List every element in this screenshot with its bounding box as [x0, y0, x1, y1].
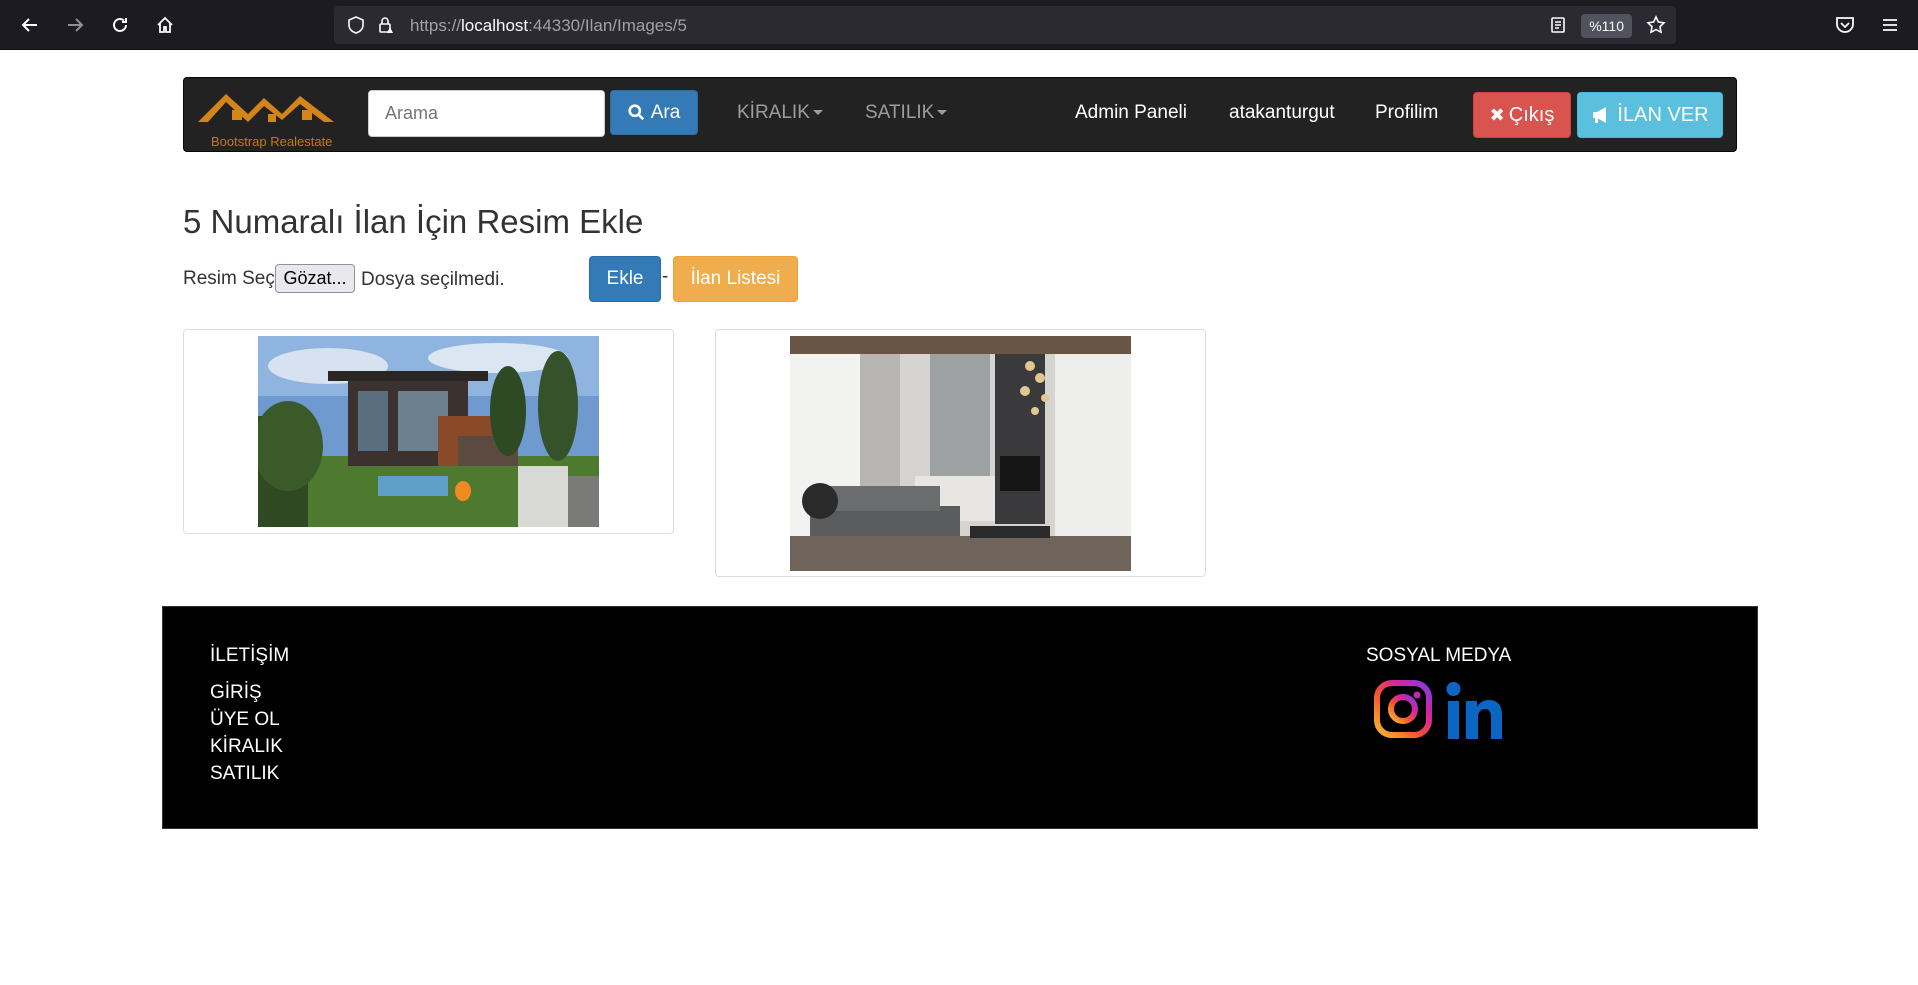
browser-toolbar: https://localhost:44330/Ilan/Images/5 %1… — [0, 0, 1918, 50]
social-heading: SOSYAL MEDYA — [1366, 645, 1512, 666]
footer-link-login[interactable]: GİRİŞ — [210, 682, 262, 704]
megaphone-icon — [1593, 107, 1607, 123]
separator: - — [662, 266, 669, 287]
brand-logo[interactable]: Bootstrap Realestate — [196, 86, 336, 149]
caret-down-icon — [937, 110, 948, 116]
file-status: Dosya seçilmedi. — [361, 269, 505, 290]
url-bar[interactable]: https://localhost:44330/Ilan/Images/5 %1… — [334, 6, 1676, 44]
instagram-icon[interactable] — [1373, 679, 1433, 739]
add-image-button[interactable]: Ekle — [589, 256, 661, 302]
contact-heading: İLETİŞİM — [210, 645, 290, 666]
back-icon[interactable] — [15, 10, 45, 40]
username-link[interactable]: atakanturgut — [1229, 102, 1335, 124]
bookmark-star-icon[interactable] — [1646, 15, 1666, 35]
footer-link-register[interactable]: ÜYE OL — [210, 709, 280, 731]
linkedin-icon[interactable] — [1445, 681, 1505, 741]
footer-link-kiralik[interactable]: KİRALIK — [210, 736, 283, 758]
image-thumbnail[interactable] — [715, 329, 1206, 577]
forward-icon[interactable] — [60, 10, 90, 40]
house-roof-icon — [198, 94, 334, 122]
brand-name[interactable]: Bootstrap Realestate — [211, 134, 332, 149]
browse-file-button[interactable]: Gözat... — [275, 264, 355, 293]
site-footer: İLETİŞİM GİRİŞ ÜYE OL KİRALIK SATILIK SO… — [162, 606, 1758, 829]
zoom-level-badge[interactable]: %110 — [1581, 14, 1632, 38]
pocket-icon[interactable] — [1830, 10, 1860, 40]
close-icon: ✖ — [1489, 104, 1505, 125]
shield-icon[interactable] — [346, 15, 366, 35]
reader-view-icon[interactable] — [1548, 15, 1568, 35]
caret-down-icon — [812, 110, 823, 116]
house-exterior-image — [258, 336, 599, 527]
living-room-image — [790, 336, 1131, 571]
url-text[interactable]: https://localhost:44330/Ilan/Images/5 — [410, 16, 687, 36]
image-thumbnail[interactable] — [183, 329, 674, 534]
post-ad-label: İLAN VER — [1617, 103, 1709, 126]
home-icon[interactable] — [150, 10, 180, 40]
admin-panel-link[interactable]: Admin Paneli — [1075, 102, 1187, 124]
upload-form: Resim Seç Gözat... Dosya seçilmedi. Ekle… — [183, 256, 983, 302]
site-navbar: Bootstrap Realestate Ara KİRALIK SATILIK… — [183, 77, 1737, 152]
profile-link[interactable]: Profilim — [1375, 102, 1438, 124]
menu-icon[interactable] — [1875, 10, 1905, 40]
footer-link-satilik[interactable]: SATILIK — [210, 763, 279, 785]
search-button-label: Ara — [650, 101, 681, 123]
search-button[interactable]: Ara — [610, 90, 698, 135]
file-label: Resim Seç — [183, 268, 275, 289]
reload-icon[interactable] — [105, 10, 135, 40]
search-icon — [628, 104, 644, 121]
logout-label: Çıkış — [1508, 103, 1555, 126]
search-input[interactable] — [368, 90, 605, 137]
logout-button[interactable]: ✖ Çıkış — [1473, 92, 1571, 138]
page-title: 5 Numaralı İlan İçin Resim Ekle — [183, 203, 644, 240]
listing-list-button[interactable]: İlan Listesi — [673, 256, 798, 302]
dropdown-kiralik[interactable]: KİRALIK — [737, 102, 823, 124]
lock-warning-icon[interactable] — [376, 15, 396, 35]
dropdown-satilik[interactable]: SATILIK — [865, 102, 948, 124]
post-ad-button[interactable]: İLAN VER — [1577, 92, 1723, 138]
